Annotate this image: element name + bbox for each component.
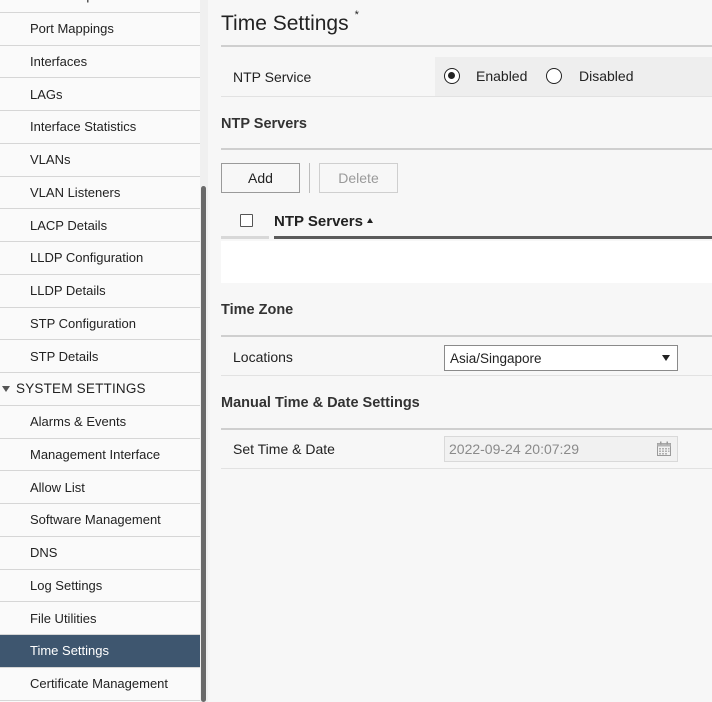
sidebar-item-label: Log Settings (30, 577, 103, 593)
sidebar-item-allow-list[interactable]: Allow List (0, 471, 200, 504)
sidebar-item-label: Port Groups (30, 0, 100, 3)
ntp-servers-table: NTP Servers (221, 205, 712, 283)
ntp-servers-divider (221, 148, 712, 150)
sidebar-item-port-mappings[interactable]: Port Mappings (0, 12, 200, 46)
sidebar-item-label: Port Mappings (30, 21, 114, 37)
sidebar-item-label: Interfaces (30, 53, 88, 69)
checkbox-column-underline (221, 236, 269, 239)
location-select[interactable]: Asia/Singapore (444, 345, 678, 371)
ntp-enabled-radio[interactable] (444, 68, 460, 84)
sidebar-item-label: VLANs (30, 152, 71, 168)
locations-label: Locations (233, 349, 293, 365)
main-content: Time Settings * NTP Service Enabled Disab… (208, 0, 712, 702)
sidebar-item-label: Interface Statistics (30, 119, 137, 135)
sidebar-section-system-settings[interactable]: SYSTEM SETTINGS (0, 373, 200, 406)
sidebar-item-alarms-events[interactable]: Alarms & Events (0, 405, 200, 439)
sidebar-scrollbar[interactable] (200, 0, 208, 702)
sidebar-nav: Port Groups Port Mappings Interfaces LAGs In… (0, 0, 200, 702)
sidebar-item-dns[interactable]: DNS (0, 536, 200, 570)
sidebar-item-interface-statistics[interactable]: Interface Statistics (0, 111, 200, 144)
sidebar-item-label: LLDP Details (30, 283, 106, 299)
ntp-service-options: Enabled Disabled (435, 57, 712, 96)
dropdown-arrow-icon (662, 355, 670, 361)
sidebar-item-label: STP Configuration (30, 315, 136, 331)
ntp-service-label: NTP Service (233, 69, 312, 85)
datetime-divider (221, 468, 712, 469)
sidebar-item-port-groups[interactable]: Port Groups (0, 0, 200, 13)
delete-button[interactable]: Delete (319, 163, 398, 193)
sidebar-item-label: LAGs (30, 86, 63, 102)
sidebar-item-vlans[interactable]: VLANs (0, 143, 200, 177)
sidebar-item-log-settings[interactable]: Log Settings (0, 569, 200, 603)
datetime-input[interactable]: 2022-09-24 20:07:29 (444, 436, 678, 462)
sidebar-list: Port Groups Port Mappings Interfaces LAGs In… (0, 0, 200, 701)
ntp-servers-section-title: NTP Servers (221, 116, 307, 132)
column-underline (274, 236, 712, 239)
location-select-value: Asia/Singapore (450, 350, 542, 366)
unsaved-marker: * (354, 9, 359, 21)
sidebar-item-label: LLDP Configuration (30, 250, 144, 266)
calendar-icon[interactable] (656, 441, 672, 457)
sidebar-item-label: File Utilities (30, 610, 97, 626)
sort-ascending-icon (366, 217, 373, 223)
page-title-text: Time Settings (221, 12, 349, 35)
page-title: Time Settings * (221, 9, 359, 36)
sidebar-item-label: Software Management (30, 512, 161, 528)
sidebar-item-lacp-details[interactable]: LACP Details (0, 209, 200, 242)
chevron-down-icon (2, 385, 10, 392)
sidebar-item-file-utilities[interactable]: File Utilities (0, 602, 200, 635)
sidebar-item-time-settings[interactable]: Time Settings (0, 635, 200, 668)
manual-time-section-title: Manual Time & Date Settings (221, 395, 420, 411)
sidebar-item-label: SYSTEM SETTINGS (16, 381, 146, 397)
ntp-disabled-label[interactable]: Disabled (579, 68, 633, 84)
set-time-date-label: Set Time & Date (233, 441, 335, 457)
sidebar-item-certificate-management[interactable]: Certificate Management (0, 667, 200, 701)
sidebar-item-stp-configuration[interactable]: STP Configuration (0, 307, 200, 341)
column-header-label: NTP Servers (274, 213, 363, 230)
column-header-ntp-servers[interactable]: NTP Servers (274, 213, 373, 230)
sidebar-item-lldp-configuration[interactable]: LLDP Configuration (0, 242, 200, 275)
sidebar-item-interfaces[interactable]: Interfaces (0, 45, 200, 79)
table-header: NTP Servers (221, 205, 712, 241)
sidebar-item-vlan-listeners[interactable]: VLAN Listeners (0, 176, 200, 210)
sidebar-item-label: Allow List (30, 479, 85, 495)
sidebar-item-label: Time Settings (30, 643, 109, 659)
sidebar-item-stp-details[interactable]: STP Details (0, 340, 200, 373)
sidebar-scroll-thumb[interactable] (201, 186, 206, 702)
time-zone-divider (221, 335, 712, 337)
sidebar-item-label: Alarms & Events (30, 414, 127, 430)
time-zone-section-title: Time Zone (221, 302, 294, 318)
datetime-value: 2022-09-24 20:07:29 (449, 441, 579, 457)
locations-divider (221, 375, 712, 376)
sidebar-item-label: STP Details (30, 348, 99, 364)
button-separator (309, 163, 310, 193)
sidebar-item-management-interface[interactable]: Management Interface (0, 438, 200, 472)
add-button[interactable]: Add (221, 163, 300, 193)
select-all-checkbox[interactable] (240, 214, 253, 227)
ntp-service-divider (221, 96, 712, 97)
sidebar-item-lags[interactable]: LAGs (0, 78, 200, 111)
ntp-enabled-label[interactable]: Enabled (476, 68, 527, 84)
sidebar-item-software-management[interactable]: Software Management (0, 504, 200, 537)
sidebar-item-lldp-details[interactable]: LLDP Details (0, 274, 200, 308)
sidebar-item-label: LACP Details (30, 217, 108, 233)
sidebar-item-label: DNS (30, 545, 58, 561)
ntp-disabled-radio[interactable] (546, 68, 562, 84)
sidebar-item-label: Management Interface (30, 446, 161, 462)
sidebar-item-label: Certificate Management (30, 676, 169, 692)
manual-time-divider (221, 428, 712, 430)
sidebar-item-label: VLAN Listeners (30, 184, 121, 200)
title-divider (221, 45, 712, 47)
